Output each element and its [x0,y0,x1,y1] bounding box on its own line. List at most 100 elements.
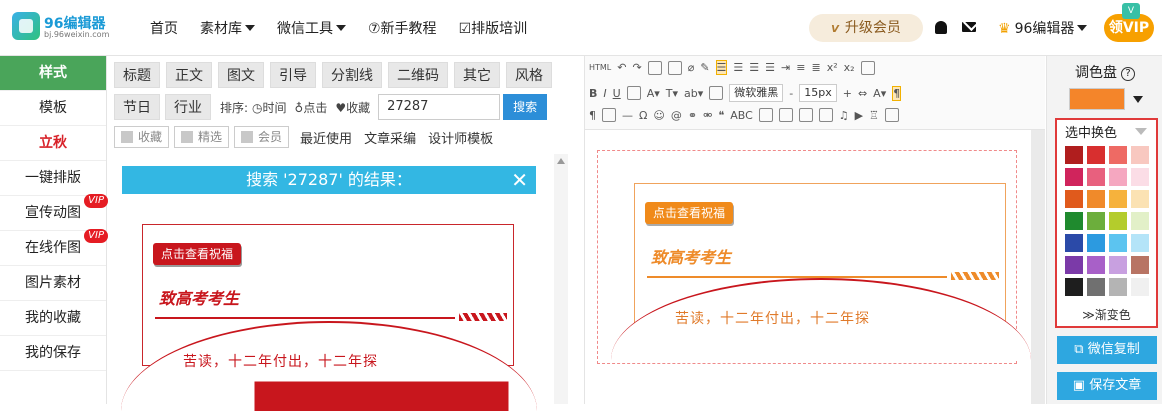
redo-icon[interactable]: ↷ [632,61,641,74]
unlink-icon[interactable]: ⚮ [703,109,712,122]
special-char-icon[interactable]: Ω [639,109,647,122]
magic-wand-icon[interactable]: ✎ [700,61,709,74]
sidebar-item-template[interactable]: 模板 [0,91,106,126]
sort-by-time[interactable]: ◷时间 [252,99,286,116]
bold-icon[interactable]: B [589,87,597,100]
tab-holiday[interactable]: 节日 [114,94,160,120]
color-swatch[interactable] [1131,146,1149,164]
align-justify-icon[interactable]: ☰ [765,61,775,74]
highlight-icon[interactable]: ab▾ [684,87,703,100]
fullscreen-icon[interactable] [860,60,875,75]
sidebar-item-animated[interactable]: 宣传动图 VIP [0,194,108,231]
sort-by-favorites[interactable]: ♥收藏 [335,99,370,116]
search-button[interactable]: 搜索 [503,94,548,120]
color-mode-select[interactable]: 选中换色 [1065,122,1117,141]
picture-icon[interactable] [778,108,793,122]
clean-icon[interactable]: ♖ [869,109,879,122]
gradient-toggle[interactable]: ≫渐变色 [1057,306,1156,323]
save-article-button[interactable]: ▣ 保存文章 [1057,372,1157,400]
close-icon[interactable]: ✕ [511,166,528,194]
quote-icon[interactable]: ❝ [718,109,724,122]
current-color-swatch[interactable] [1069,88,1125,110]
sidebar-item-favorites[interactable]: 我的收藏 [0,301,106,336]
edit-area[interactable]: 点击查看祝福 致高考考生 苦读，十二年付出，十二年探 [585,130,1031,404]
logo[interactable]: 96编辑器 bj.96weixin.com [12,12,109,42]
tab-image-text[interactable]: 图文 [218,62,264,88]
color-swatch[interactable] [1131,256,1149,274]
sidebar-item-one-click[interactable]: 一键排版 [0,161,106,196]
color-swatch[interactable] [1087,168,1105,186]
filter-featured-checkbox[interactable]: 精选 [174,126,230,148]
format-brush-icon[interactable]: ⌀ [688,61,695,74]
tab-style[interactable]: 风格 [506,62,552,88]
preview-icon[interactable] [885,108,900,122]
letter-spacing-icon[interactable]: ⇔ [858,87,867,100]
editor-card[interactable]: 点击查看祝福 致高考考生 苦读，十二年付出，十二年探 [611,183,1031,360]
link-recent[interactable]: 最近使用 [300,128,352,147]
nav-wechat-tools[interactable]: 微信工具 [277,18,346,38]
tab-title[interactable]: 标题 [114,62,160,88]
at-icon[interactable]: @ [671,109,682,122]
caret-down-icon[interactable] [1135,128,1147,135]
emoji-icon[interactable]: ☺ [653,109,664,122]
search-input[interactable]: 27287 [378,94,501,120]
underline-icon[interactable]: U [613,87,621,100]
html-button[interactable]: HTML [589,63,611,72]
color-swatch[interactable] [1087,256,1105,274]
help-icon[interactable]: ? [1121,67,1135,81]
font-color-icon[interactable]: A▾ [647,87,660,100]
paragraph-mark-icon[interactable]: ¶ [892,85,902,101]
template-icon[interactable] [758,108,773,122]
color-swatch[interactable] [1087,212,1105,230]
user-menu[interactable]: ♛ 96编辑器 [998,18,1088,38]
color-swatch[interactable] [1065,146,1083,164]
panel-scrollbar[interactable] [554,154,568,404]
subscript-icon[interactable]: x₂ [844,61,855,74]
color-swatch[interactable] [1131,190,1149,208]
tab-divider[interactable]: 分割线 [322,62,382,88]
tab-industry[interactable]: 行业 [165,94,211,120]
nav-tutorial[interactable]: ⑦新手教程 [368,18,437,38]
color-swatch[interactable] [1109,212,1127,230]
tab-guide[interactable]: 引导 [270,62,316,88]
wechat-copy-button[interactable]: ⧉ 微信复制 [1057,336,1157,364]
table-icon[interactable] [602,108,616,122]
color-swatch[interactable] [1087,190,1105,208]
sidebar-item-images[interactable]: 图片素材 [0,266,106,301]
color-swatch[interactable] [1131,168,1149,186]
align-center-icon[interactable]: ☰ [733,61,743,74]
upgrade-button[interactable]: V 升级会员 [809,14,923,42]
color-swatch[interactable] [1131,278,1149,296]
color-swatch[interactable] [1109,168,1127,186]
filter-favorites-checkbox[interactable]: 收藏 [114,126,170,148]
font-family-select[interactable]: 微软雅黑 [729,84,784,102]
color-swatch[interactable] [1065,278,1083,296]
font-increase-button[interactable]: + [843,87,852,100]
color-swatch[interactable] [1109,256,1127,274]
color-swatch[interactable] [1065,190,1083,208]
template-card[interactable]: 点击查看祝福 致高考考生 苦读，十二年付出，十二年探 [121,224,537,411]
direction-icon[interactable]: ¶ [589,109,596,122]
link-article-collect[interactable]: 文章采编 [364,128,416,147]
bell-icon[interactable] [935,21,947,34]
image-icon[interactable] [709,86,724,100]
new-doc-icon[interactable] [647,60,662,75]
color-swatch[interactable] [1109,278,1127,296]
border-icon[interactable] [626,86,641,100]
tab-qrcode[interactable]: 二维码 [388,62,448,88]
italic-icon[interactable]: I [603,87,606,100]
editor-scrollbar[interactable] [1031,130,1045,404]
video-icon[interactable]: ▶ [855,109,863,122]
font-decrease-button[interactable]: - [789,87,793,100]
font-size-input[interactable]: 15px [799,84,837,102]
undo-icon[interactable]: ↶ [617,61,626,74]
text-case-icon[interactable]: A▾ [873,87,886,100]
tab-body[interactable]: 正文 [166,62,212,88]
sidebar-item-saved[interactable]: 我的保存 [0,336,106,371]
align-right-icon[interactable]: ☰ [749,61,759,74]
color-swatch[interactable] [1065,256,1083,274]
multi-image-icon[interactable] [818,108,833,122]
align-left-icon[interactable]: ☰ [715,60,728,75]
superscript-icon[interactable]: x² [827,61,838,74]
color-swatch[interactable] [1087,234,1105,252]
